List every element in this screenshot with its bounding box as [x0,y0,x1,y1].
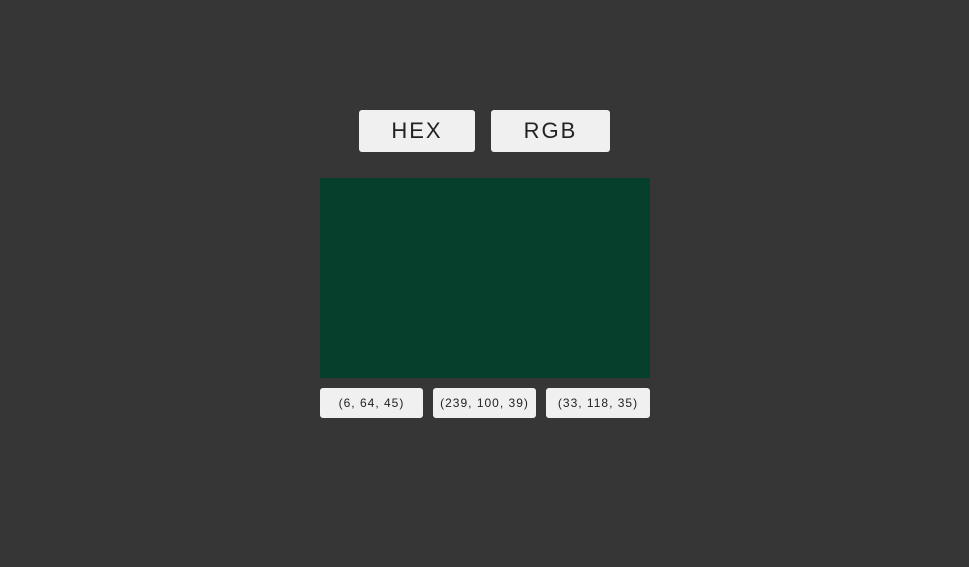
rgb-mode-button[interactable]: RGB [491,110,610,152]
hex-mode-button[interactable]: HEX [359,110,475,152]
color-option-button-1[interactable]: (6, 64, 45) [320,388,423,418]
color-option-button-2[interactable]: (239, 100, 39) [433,388,536,418]
color-option-button-3[interactable]: (33, 118, 35) [546,388,650,418]
color-swatch [320,178,650,378]
